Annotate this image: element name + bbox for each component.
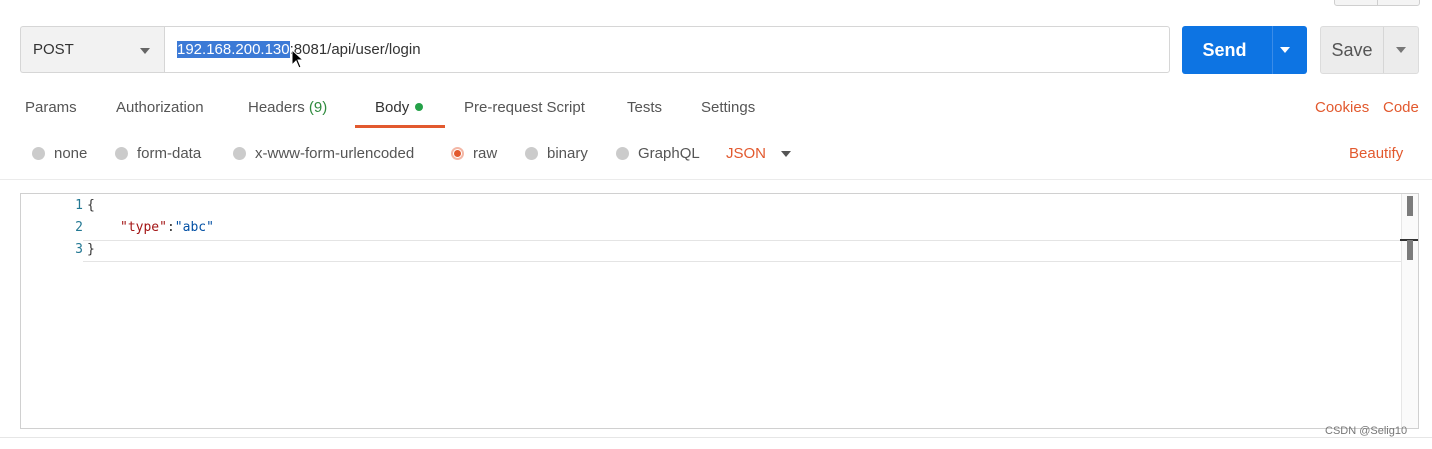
url-input[interactable]: 192.168.200.130:8081/api/user/login — [164, 26, 1170, 73]
method-select[interactable]: POST — [20, 26, 164, 73]
send-button[interactable]: Send — [1182, 26, 1307, 74]
radio-circle-selected — [451, 147, 464, 160]
code-link[interactable]: Code — [1383, 99, 1419, 116]
radio-circle — [616, 147, 629, 160]
radio-none[interactable]: none — [32, 145, 87, 162]
chevron-down-icon — [781, 150, 792, 157]
radio-circle — [233, 147, 246, 160]
editor-scrollbar[interactable] — [1400, 194, 1418, 428]
json-key: "type" — [120, 220, 167, 235]
body-indicator-dot — [415, 103, 424, 112]
send-divider — [1272, 26, 1273, 74]
scrollbar-marker — [1407, 240, 1413, 260]
divider — [0, 179, 1432, 180]
bottom-divider — [0, 437, 1432, 438]
tab-tests[interactable]: Tests — [627, 99, 662, 116]
tab-body-label: Body — [375, 99, 410, 116]
send-label: Send — [1202, 40, 1247, 60]
save-label: Save — [1331, 40, 1373, 60]
active-tab-indicator — [355, 125, 445, 128]
save-divider — [1383, 27, 1384, 73]
tab-authorization[interactable]: Authorization — [116, 99, 204, 116]
radio-raw-label: raw — [473, 145, 498, 162]
format-select[interactable]: JSON — [726, 145, 792, 162]
radio-binary-label: binary — [547, 145, 588, 162]
tab-params[interactable]: Params — [25, 99, 77, 116]
line-number: 2 — [75, 220, 83, 235]
json-value: "abc" — [174, 220, 214, 235]
top-right-toggle[interactable] — [1334, 0, 1420, 6]
code-line-1: { — [87, 198, 95, 213]
url-rest-text: :8081/api/user/login — [289, 41, 421, 58]
radio-graphql[interactable]: GraphQL — [616, 145, 700, 162]
format-label: JSON — [726, 145, 767, 162]
save-button[interactable]: Save — [1320, 26, 1419, 74]
code-editor[interactable]: 1 2 3 { "type":"abc" } — [20, 193, 1419, 429]
chevron-down-icon — [140, 48, 150, 54]
scrollbar-thumb[interactable] — [1407, 196, 1413, 216]
radio-graphql-label: GraphQL — [638, 145, 700, 162]
tab-body[interactable]: Body — [375, 99, 424, 116]
line-number: 3 — [75, 242, 83, 257]
chevron-down-icon[interactable] — [1396, 47, 1406, 53]
radio-circle — [525, 147, 538, 160]
cursor-icon — [291, 49, 305, 69]
code-line-2: "type":"abc" — [120, 220, 214, 235]
radio-raw[interactable]: raw — [451, 145, 497, 162]
current-line-highlight — [83, 240, 1401, 262]
tab-headers-label: Headers — [248, 99, 305, 116]
radio-form-data[interactable]: form-data — [115, 145, 201, 162]
code-line-3: } — [87, 242, 95, 257]
tab-settings[interactable]: Settings — [701, 99, 755, 116]
json-colon: : — [166, 220, 175, 235]
radio-form-data-label: form-data — [137, 145, 202, 162]
line-number: 1 — [75, 198, 83, 213]
url-selected-text: 192.168.200.130 — [177, 41, 290, 58]
tab-headers[interactable]: Headers (9) — [248, 99, 327, 116]
chevron-down-icon[interactable] — [1280, 47, 1290, 53]
cookies-link[interactable]: Cookies — [1315, 99, 1369, 116]
tab-pre-request-script[interactable]: Pre-request Script — [464, 99, 585, 116]
radio-none-label: none — [54, 145, 88, 162]
radio-urlencoded[interactable]: x-www-form-urlencoded — [233, 145, 414, 162]
radio-circle — [32, 147, 45, 160]
radio-circle — [115, 147, 128, 160]
radio-urlencoded-label: x-www-form-urlencoded — [255, 145, 415, 162]
watermark-text: CSDN @Selig10 — [1325, 425, 1408, 437]
beautify-link[interactable]: Beautify — [1349, 145, 1403, 162]
headers-count-badge: (9) — [308, 99, 328, 116]
radio-binary[interactable]: binary — [525, 145, 588, 162]
method-label: POST — [33, 41, 74, 58]
